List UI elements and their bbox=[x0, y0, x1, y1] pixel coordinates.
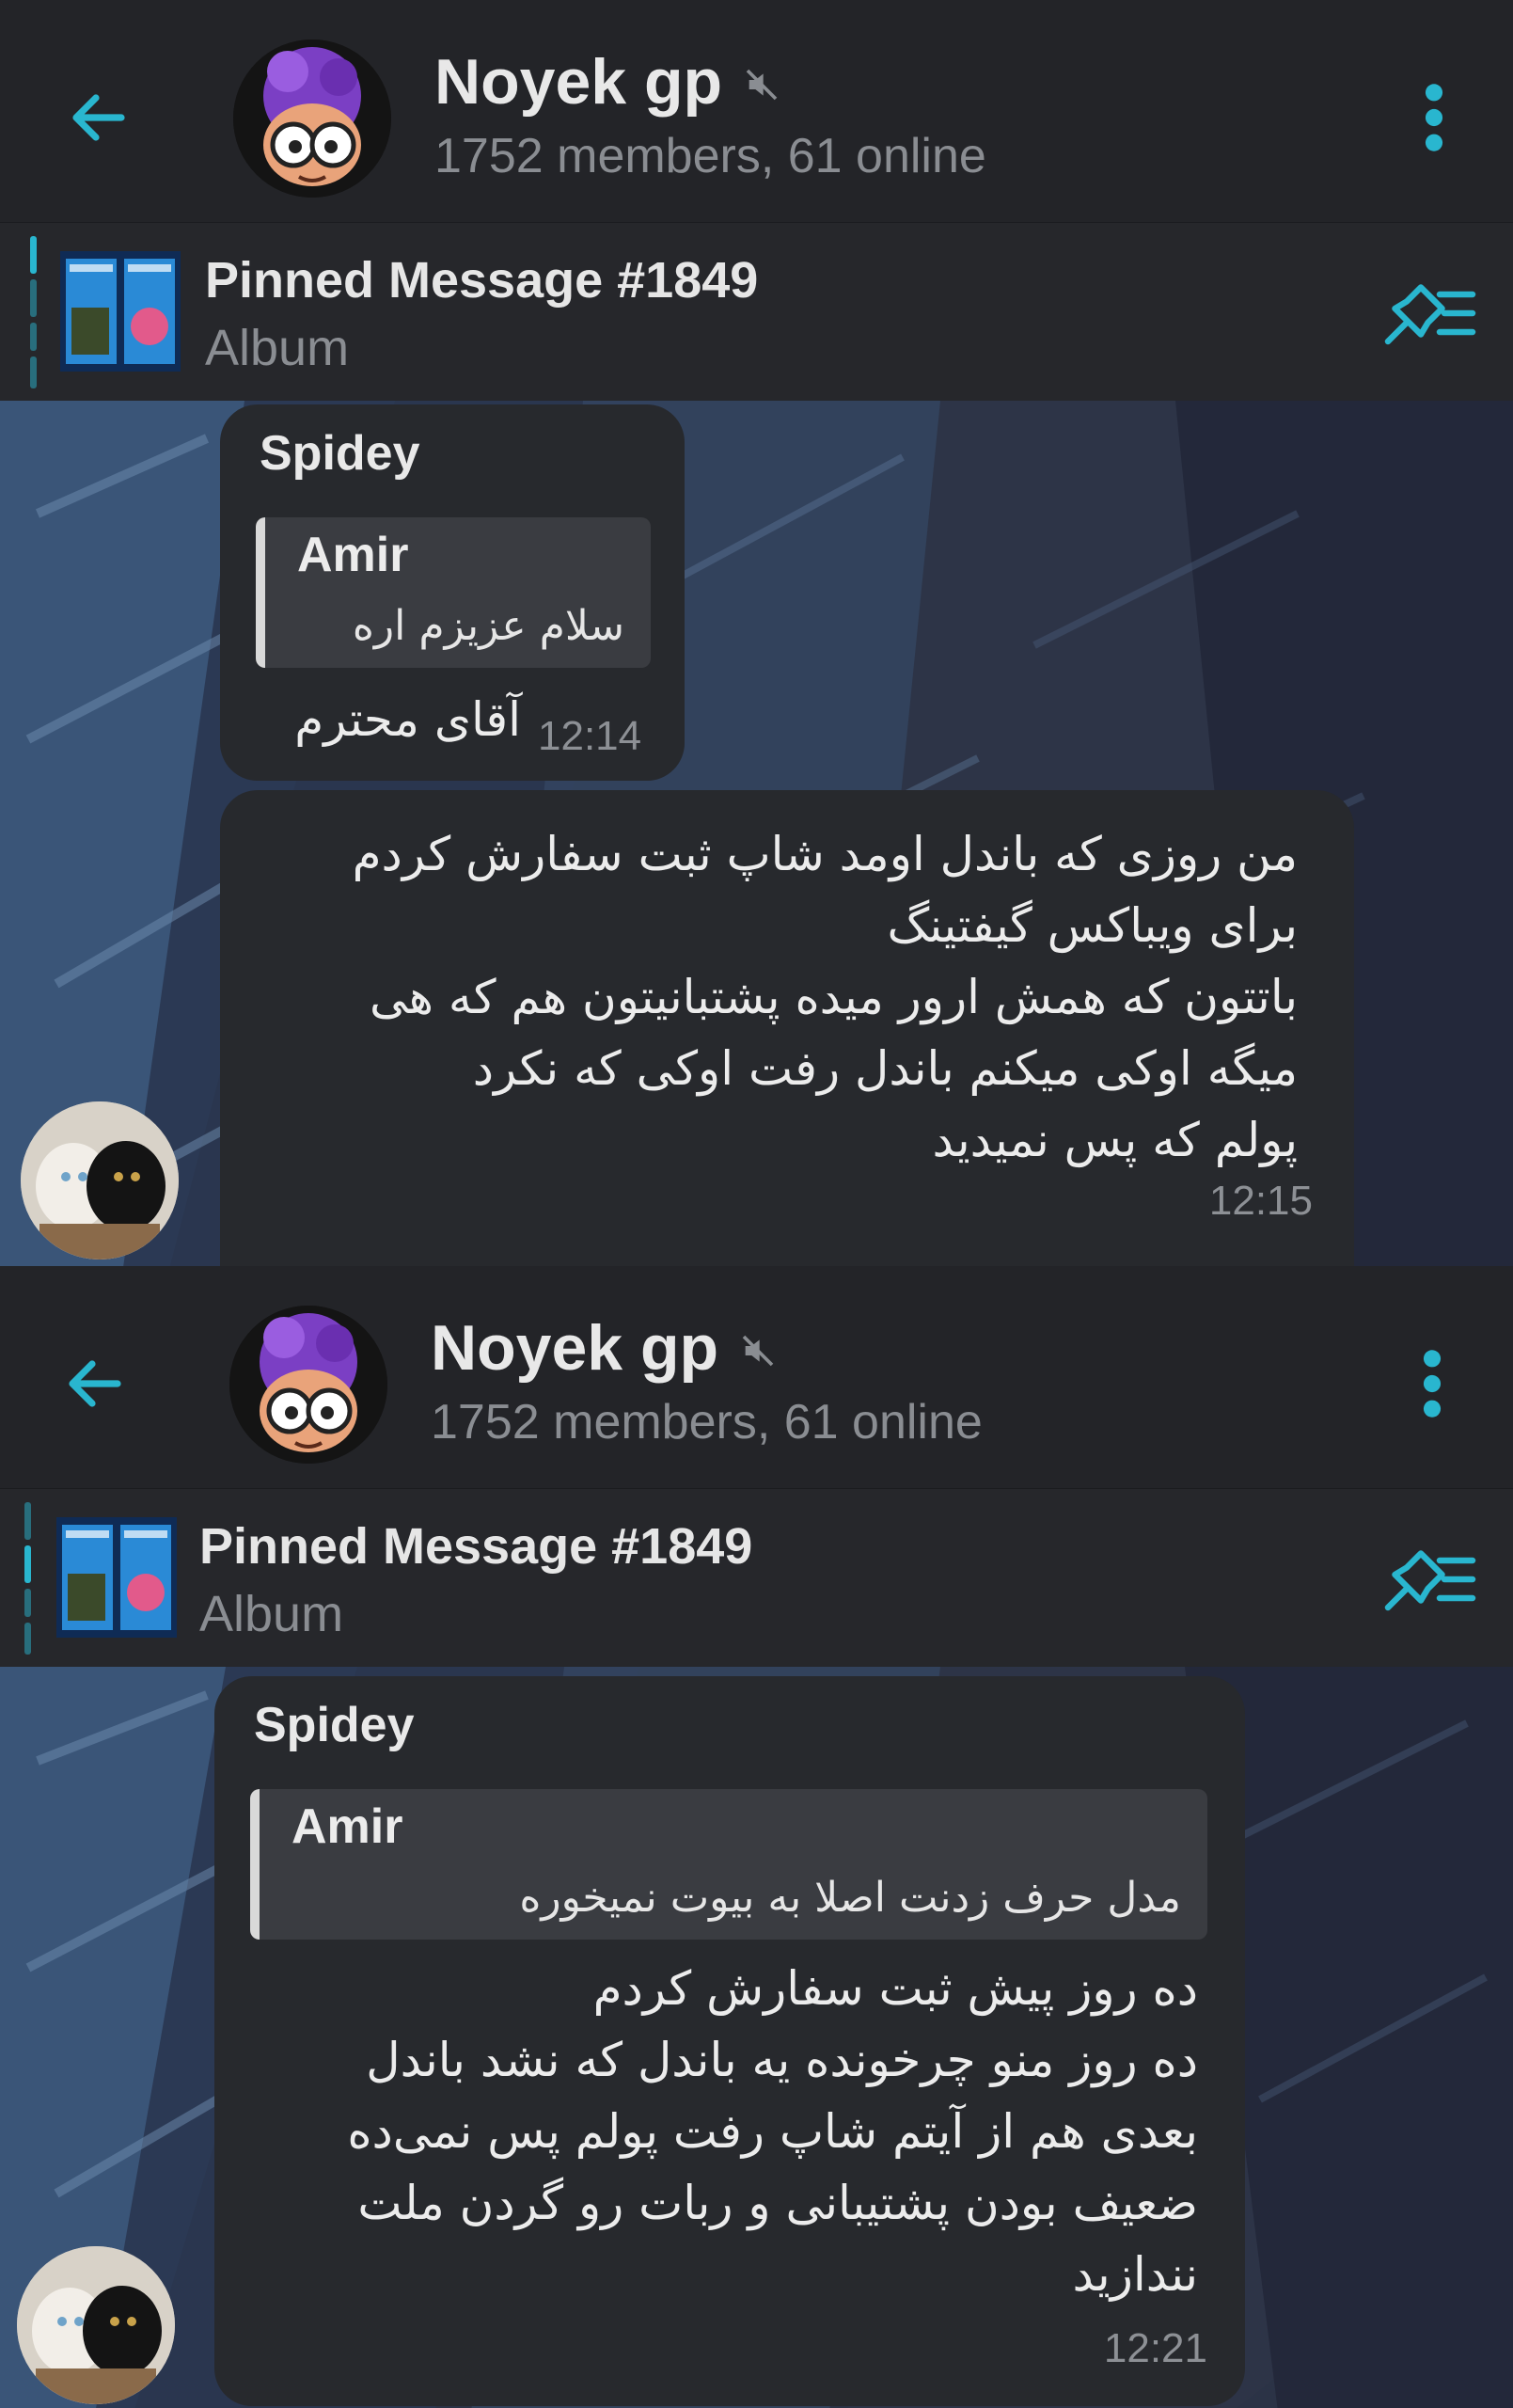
message-bubble[interactable]: Spidey Amir سلام عزیزم اره آقای محترم 12… bbox=[220, 404, 685, 781]
pinned-title: Pinned Message #1849 bbox=[205, 252, 759, 309]
more-menu-button[interactable] bbox=[1401, 75, 1467, 160]
message-time: 12:15 bbox=[1208, 1178, 1313, 1224]
more-vertical-icon bbox=[1425, 84, 1443, 151]
chat-header: Noyek gp 1752 members, 61 online bbox=[0, 0, 1513, 222]
message-sender[interactable]: Spidey bbox=[260, 425, 420, 482]
message-line: باتتون که همش ارور میده پشتبانیتون هم که… bbox=[370, 970, 1298, 1024]
user-avatar[interactable] bbox=[17, 2246, 175, 2404]
message-bubble[interactable]: من روزی که باندل اومد شاپ ثبت سفارش کردم… bbox=[220, 790, 1354, 1272]
back-button[interactable] bbox=[53, 1341, 137, 1426]
message-sender[interactable]: Spidey bbox=[254, 1697, 415, 1753]
group-avatar[interactable] bbox=[229, 1306, 387, 1464]
pinned-list-button[interactable] bbox=[1379, 1542, 1482, 1617]
chat-subtitle: 1752 members, 61 online bbox=[434, 129, 986, 183]
reply-text: مدل حرف زدنت اصلا به بیوت نمیخوره bbox=[519, 1874, 1181, 1922]
chat-title-text: Noyek gp bbox=[434, 46, 723, 118]
pinned-subtitle: Album bbox=[205, 320, 350, 376]
chat-header: Noyek gp 1752 members, 61 online bbox=[0, 1266, 1513, 1488]
message-line: ده روز پیش ثبت سفارش کردم bbox=[592, 1961, 1198, 2016]
pin-list-icon bbox=[1384, 284, 1476, 345]
screenshot-panel-2: Noyek gp 1752 members, 61 online Pinned … bbox=[0, 1266, 1513, 2408]
chat-area[interactable]: Spidey Amir سلام عزیزم اره آقای محترم 12… bbox=[0, 401, 1513, 1272]
reply-quote[interactable]: Amir سلام عزیزم اره bbox=[256, 517, 651, 668]
pinned-title: Pinned Message #1849 bbox=[199, 1518, 753, 1575]
pinned-list-button[interactable] bbox=[1379, 276, 1482, 351]
reply-quote[interactable]: Amir مدل حرف زدنت اصلا به بیوت نمیخوره bbox=[250, 1789, 1207, 1940]
pin-list-icon bbox=[1384, 1550, 1476, 1611]
message-line: ده روز منو چرخونده یه باندل که نشد باندل bbox=[366, 2033, 1198, 2087]
message-text: آقای محترم bbox=[294, 692, 521, 747]
pinned-message-bar[interactable]: Pinned Message #1849 Album bbox=[0, 1488, 1513, 1668]
message-line: ضعیف بودن پشتیبانی و ربات رو گردن ملت bbox=[357, 2176, 1198, 2230]
speaker-muted-icon bbox=[743, 45, 780, 119]
screenshot-panel-1: Noyek gp 1752 members, 61 online Pinned … bbox=[0, 0, 1513, 1272]
user-avatar[interactable] bbox=[21, 1101, 179, 1259]
pinned-indicator bbox=[30, 236, 37, 388]
reply-text: سلام عزیزم اره bbox=[352, 602, 624, 650]
message-line: بعدی هم از آیتم شاپ رفت پولم پس نمی‌ده bbox=[347, 2104, 1198, 2159]
avatar-cats-image bbox=[17, 2246, 175, 2404]
message-text-lines: من روزی که باندل اومد شاپ ثبت سفارش کردم… bbox=[263, 818, 1298, 1176]
message-line: برای ویباکس گیفتینگ bbox=[887, 898, 1298, 953]
back-button[interactable] bbox=[56, 75, 141, 160]
group-avatar-image bbox=[229, 1306, 387, 1464]
chat-area[interactable]: Spidey Amir مدل حرف زدنت اصلا به بیوت نم… bbox=[0, 1667, 1513, 2408]
message-time: 12:21 bbox=[1103, 2325, 1207, 2371]
group-avatar-image bbox=[233, 40, 391, 198]
message-line: نندازید bbox=[1072, 2247, 1198, 2302]
chat-subtitle: 1752 members, 61 online bbox=[431, 1395, 983, 1450]
avatar-cats-image bbox=[21, 1101, 179, 1259]
more-menu-button[interactable] bbox=[1399, 1341, 1465, 1426]
message-time: 12:14 bbox=[538, 713, 642, 759]
message-text-lines: ده روز پیش ثبت سفارش کردم ده روز منو چرخ… bbox=[258, 1953, 1198, 2310]
pinned-message-bar[interactable]: Pinned Message #1849 Album bbox=[0, 222, 1513, 402]
chat-title[interactable]: Noyek gp bbox=[434, 45, 780, 119]
group-avatar[interactable] bbox=[233, 40, 391, 198]
chat-title-text: Noyek gp bbox=[431, 1312, 719, 1384]
message-line: میگه اوکی میکنم باندل رفت اوکی که نکرد bbox=[472, 1041, 1298, 1096]
message-line: من روزی که باندل اومد شاپ ثبت سفارش کردم bbox=[352, 827, 1298, 881]
chat-title[interactable]: Noyek gp bbox=[431, 1311, 777, 1385]
pinned-thumbnail bbox=[60, 251, 181, 372]
arrow-left-icon bbox=[72, 94, 125, 141]
arrow-left-icon bbox=[69, 1360, 121, 1407]
reply-sender: Amir bbox=[297, 528, 409, 582]
message-line: پولم که پس نمیدید bbox=[932, 1113, 1298, 1167]
more-vertical-icon bbox=[1423, 1350, 1442, 1418]
pinned-indicator bbox=[24, 1502, 31, 1655]
speaker-muted-icon bbox=[739, 1311, 777, 1385]
reply-sender: Amir bbox=[292, 1799, 403, 1854]
pinned-subtitle: Album bbox=[199, 1586, 344, 1642]
message-bubble[interactable]: Spidey Amir مدل حرف زدنت اصلا به بیوت نم… bbox=[214, 1676, 1245, 2406]
pinned-thumbnail bbox=[56, 1517, 177, 1638]
